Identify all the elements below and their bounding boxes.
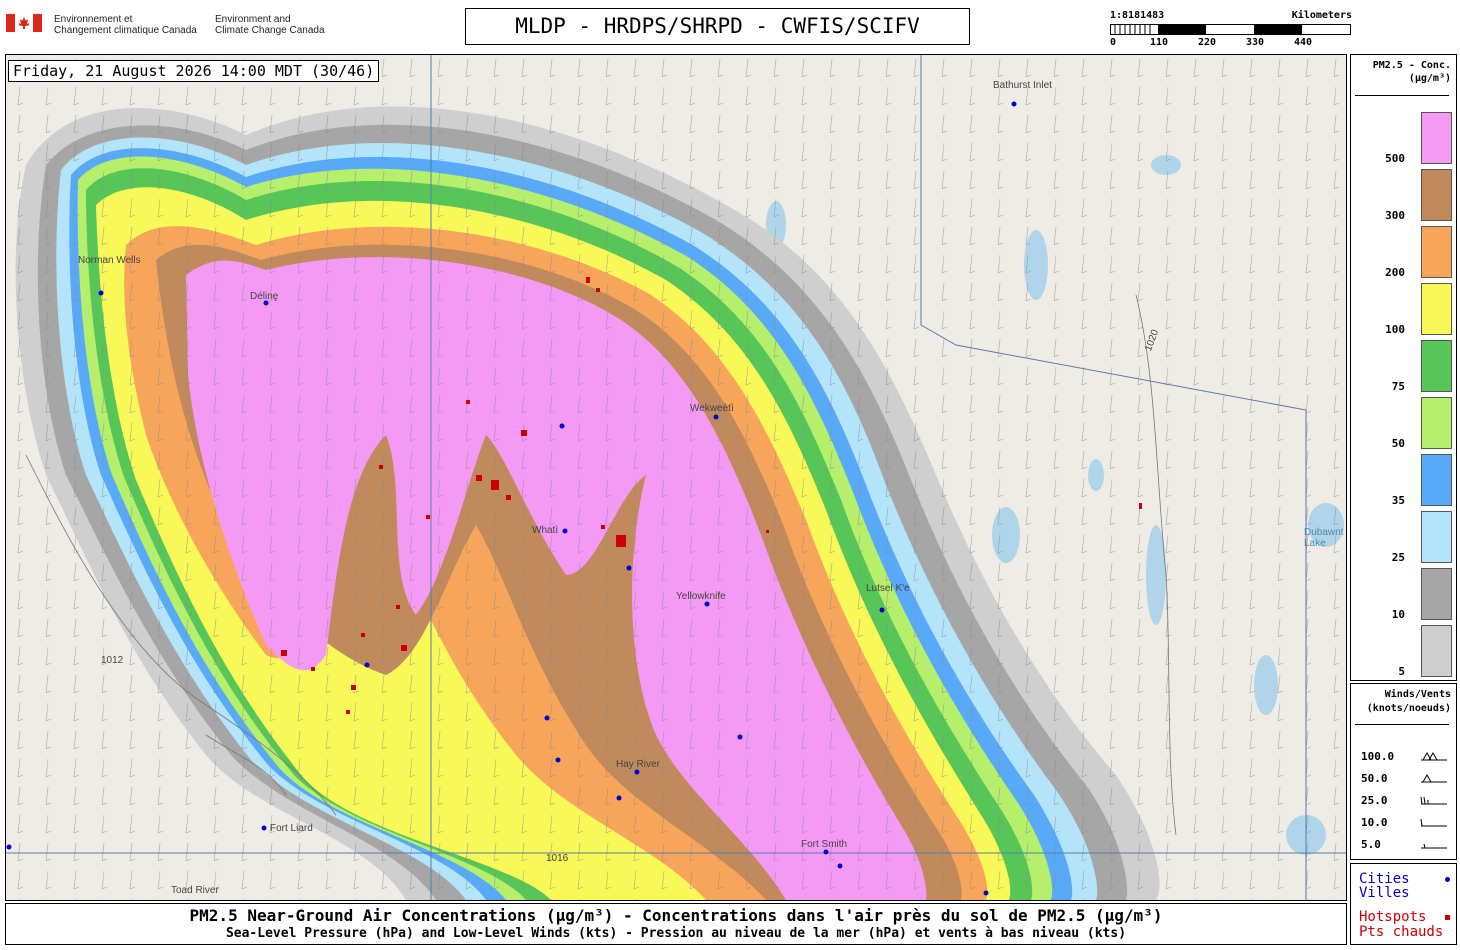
legend-title-line-2: (µg/m³)	[1408, 73, 1451, 84]
barb-50-icon	[1421, 773, 1447, 783]
place-label-dubawnt-lake: Dubawnt Lake	[1304, 527, 1344, 549]
legend-swatch-25	[1421, 511, 1452, 563]
legend-value-10: 10	[1391, 608, 1405, 621]
isobar-label: 1012	[101, 655, 124, 666]
legend-swatch-300	[1421, 169, 1452, 221]
scale-tick-1: 110	[1150, 37, 1169, 48]
barb-5-icon	[1421, 843, 1447, 849]
legend-swatch-200	[1421, 226, 1452, 278]
legend-value-100: 100	[1385, 323, 1405, 336]
wind-value-5: 5.0	[1361, 838, 1381, 851]
product-title: MLDP - HRDPS/SHRPD - CWFIS/SCIFV	[465, 8, 970, 45]
place-label-deline: Délinę	[250, 291, 279, 302]
scale-tick-4: 440	[1294, 37, 1313, 48]
hotspots-label: Hotspots	[1359, 909, 1427, 925]
place-label-wekweeti: Wekweètì	[690, 403, 734, 414]
barb-10-icon	[1420, 818, 1447, 827]
legend-value-500: 500	[1385, 152, 1405, 165]
scale-tick-0: 0	[1110, 37, 1117, 48]
caption-line-1: PM2.5 Near-Ground Air Concentrations (µg…	[189, 906, 1163, 925]
legend-value-75: 75	[1391, 380, 1405, 393]
place-label-norman-wells: Norman Wells	[78, 255, 141, 266]
map-panel[interactable]: Bathurst Inlet Norman Wells Délinę Wekwe…	[5, 54, 1347, 901]
villes-label: Villes	[1359, 885, 1410, 901]
place-label-whati: Whatì	[532, 525, 559, 536]
forecast-timestamp: Friday, 21 August 2026 14:00 MDT (30/46)	[8, 60, 380, 82]
wind-value-100: 100.0	[1361, 750, 1395, 763]
legend-swatch-50	[1421, 397, 1452, 449]
scale-bar-graphic	[1110, 24, 1351, 35]
wind-value-10: 10.0	[1361, 816, 1388, 829]
wind-barb-icons	[1420, 751, 1447, 849]
wind-value-25: 25.0	[1361, 794, 1388, 807]
place-label-fort-liard: Fort Liard	[270, 823, 313, 834]
wind-barbs	[6, 55, 1346, 900]
hotspot-square-icon	[1445, 915, 1450, 920]
agency-en-line-2: Climate Change Canada	[215, 25, 325, 36]
map-caption: PM2.5 Near-Ground Air Concentrations (µg…	[5, 903, 1347, 945]
legend-value-25: 25	[1391, 551, 1405, 564]
barb-25-icon	[1420, 796, 1447, 805]
place-label-bathurst-inlet: Bathurst Inlet	[993, 80, 1052, 91]
place-label-hay-river: Hay River	[616, 759, 660, 770]
agency-fr-line-2: Changement climatique Canada	[54, 25, 197, 36]
symbol-key: Cities Villes Hotspots Pts chauds	[1350, 863, 1457, 945]
place-label-yellowknife: Yellowknife	[676, 591, 726, 602]
canada-flag-icon	[6, 14, 42, 32]
caption-line-2: Sea-Level Pressure (hPa) and Low-Level W…	[225, 926, 1127, 941]
concentration-legend: PM2.5 - Conc. (µg/m³) 500 300 200 100 75 50 35…	[1350, 54, 1457, 681]
scale-bar: 1:8181483 Kilometers 0 110 220 330 440	[1110, 10, 1352, 50]
legend-value-50: 50	[1391, 437, 1405, 450]
legend-value-35: 35	[1391, 494, 1405, 507]
legend-swatch-75	[1421, 340, 1452, 392]
isobar-label: 1016	[546, 853, 569, 864]
legend-swatch-100	[1421, 283, 1452, 335]
wind-title-line-2: (knots/noeuds)	[1366, 703, 1451, 714]
map-canvas[interactable]	[6, 55, 1346, 900]
wind-legend-divider	[1355, 724, 1449, 725]
wind-title-line-1: Winds/Vents	[1384, 689, 1451, 700]
scale-unit: Kilometers	[1291, 10, 1352, 21]
place-label-fort-smith: Fort Smith	[801, 839, 848, 850]
scale-tick-2: 220	[1198, 37, 1217, 48]
legend-swatch-35	[1421, 454, 1452, 506]
wind-legend-title: Winds/Vents (knots/noeuds)	[1351, 688, 1451, 716]
legend-title: PM2.5 - Conc. (µg/m³)	[1351, 59, 1451, 85]
agency-fr-line-1: Environnement et	[54, 14, 133, 25]
wind-value-50: 50.0	[1361, 772, 1388, 785]
legend-swatch-500	[1421, 112, 1452, 164]
city-dot-icon	[1445, 877, 1450, 882]
scale-ratio: 1:8181483	[1110, 10, 1165, 21]
legend-value-200: 200	[1385, 266, 1405, 279]
wind-legend: Winds/Vents (knots/noeuds) 100.0 50.0 25…	[1350, 683, 1457, 860]
legend-value-5: 5	[1398, 665, 1405, 678]
agency-name-fr: Environnement et Changement climatique C…	[54, 14, 197, 36]
legend-value-300: 300	[1385, 209, 1405, 222]
legend-title-line-1: PM2.5 - Conc.	[1372, 60, 1451, 71]
pts-chauds-label: Pts chauds	[1359, 924, 1444, 940]
place-label-toad-river: Toad River	[171, 885, 219, 896]
agency-name-en: Environment and Climate Change Canada	[215, 14, 325, 36]
agency-en-line-1: Environment and	[215, 14, 291, 25]
legend-divider	[1355, 95, 1449, 96]
scale-tick-3: 330	[1246, 37, 1265, 48]
legend-swatch-5	[1421, 625, 1452, 677]
legend-swatch-10	[1421, 568, 1452, 620]
barb-100-icon	[1421, 751, 1447, 761]
place-label-lutsel-ke: Lutsel K'e	[866, 583, 910, 594]
